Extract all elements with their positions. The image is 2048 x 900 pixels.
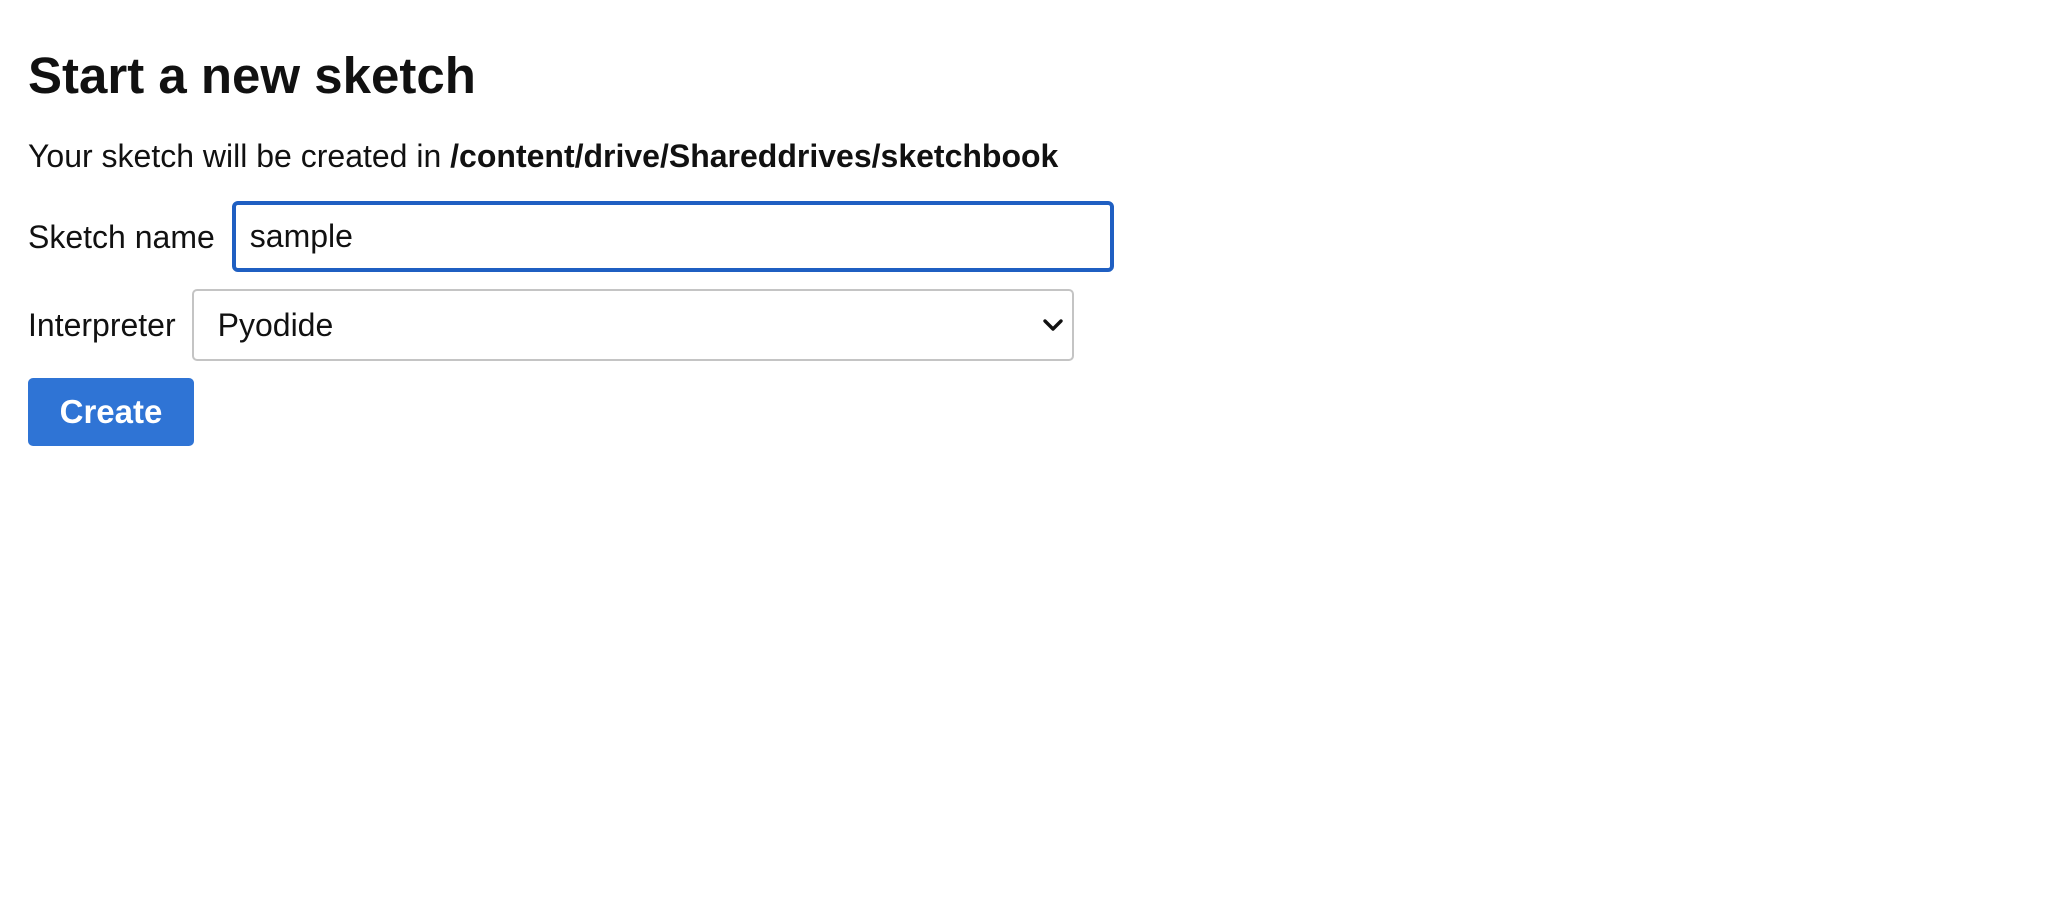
sketch-name-row: Sketch name (28, 201, 2048, 272)
location-prefix: Your sketch will be created in (28, 138, 442, 174)
new-sketch-page: Start a new sketch Your sketch will be c… (0, 0, 2048, 900)
sketch-name-input[interactable] (231, 201, 1114, 272)
page-title: Start a new sketch (28, 47, 476, 104)
sketch-name-label: Sketch name (28, 218, 215, 255)
interpreter-label: Interpreter (28, 307, 176, 343)
interpreter-row: Interpreter Pyodide (28, 289, 2048, 361)
interpreter-select[interactable]: Pyodide (191, 289, 1074, 361)
interpreter-selected-value: Pyodide (217, 306, 334, 343)
location-path: /content/drive/Shareddrives/sketchbook (450, 138, 1059, 174)
chevron-down-icon (1042, 319, 1063, 331)
create-button[interactable]: Create (28, 378, 194, 446)
sketch-location: Your sketch will be created in /content/… (28, 136, 2048, 176)
